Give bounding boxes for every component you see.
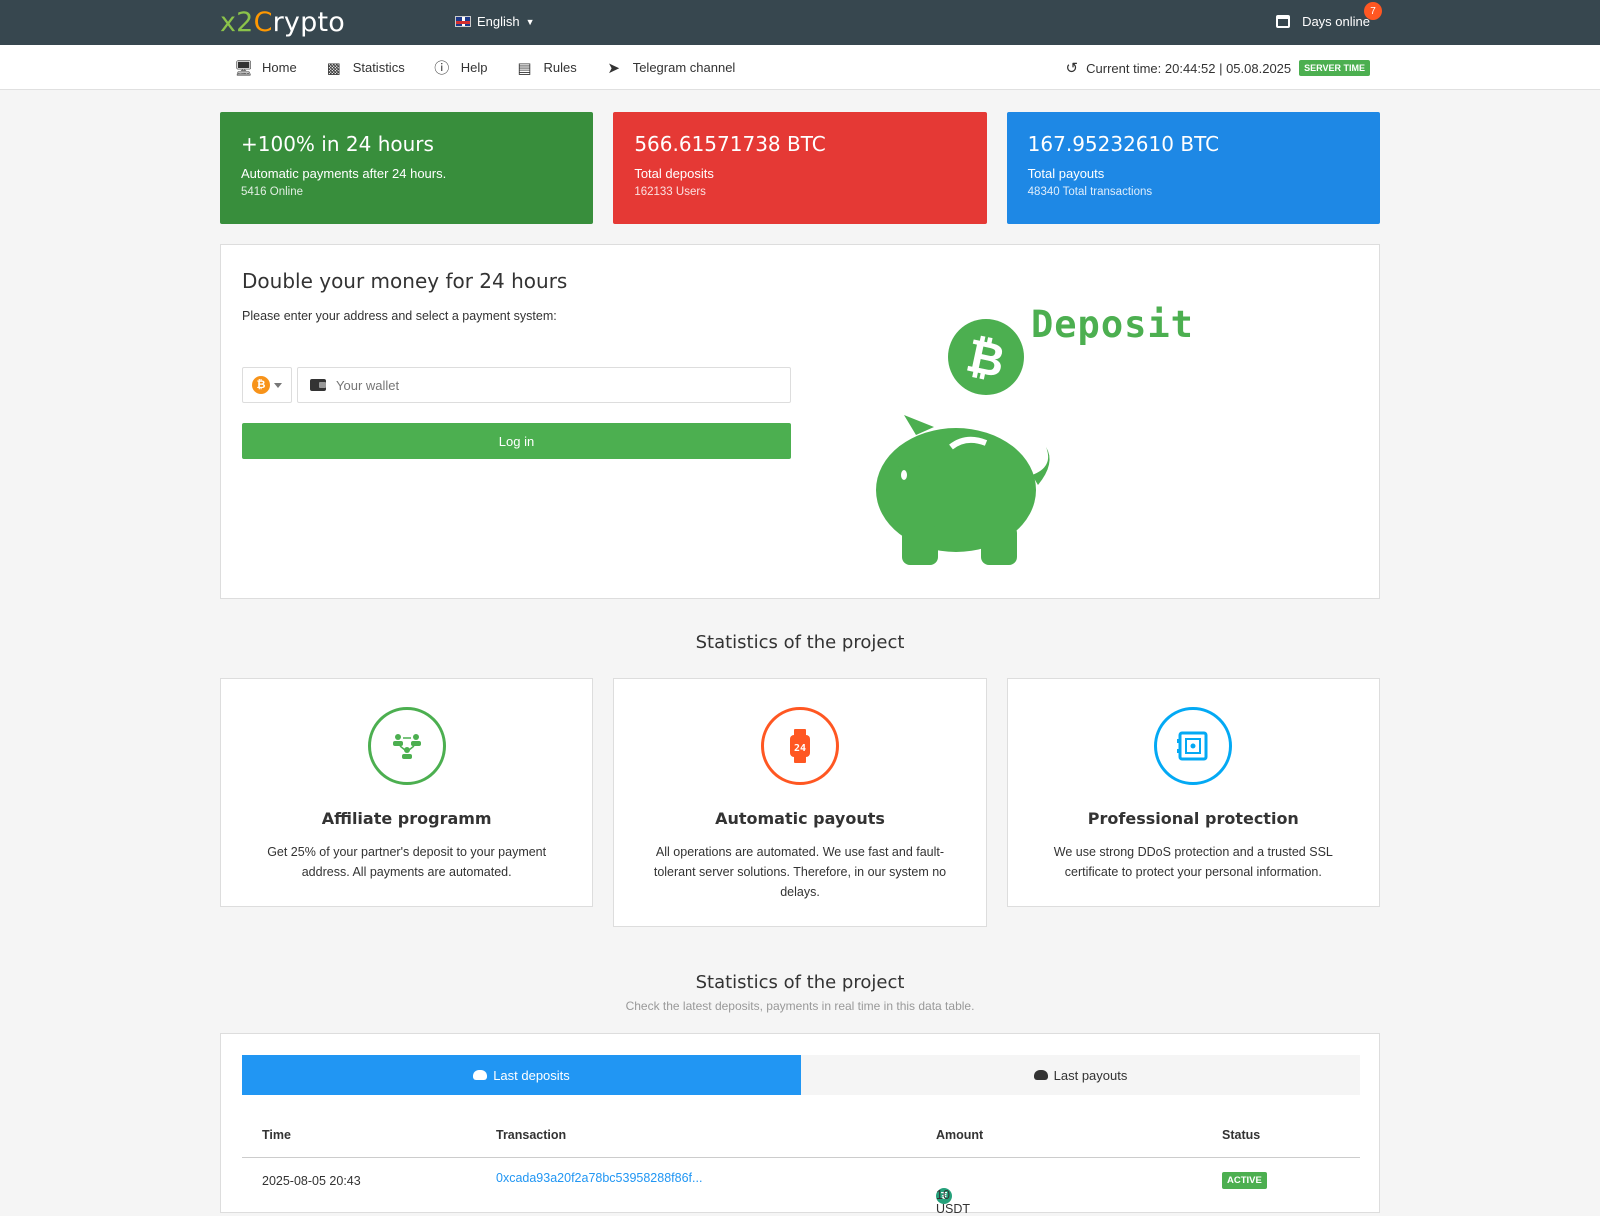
- caret-down-icon: [274, 382, 282, 388]
- nav-item-rules[interactable]: ▤ Rules: [515, 59, 576, 77]
- stat-card-label: Total deposits: [634, 166, 714, 181]
- stat-card-profit: +100% in 24 hours Automatic payments aft…: [220, 112, 594, 224]
- nav-item-label: Rules: [543, 60, 577, 75]
- features-section-title: Statistics of the project: [695, 632, 905, 653]
- stat-card-meta: 162133 Users: [634, 186, 706, 198]
- nav-items: 🖥 Home ▩ Statistics ⓘ Help ▤ Rules ➤ Tel…: [234, 45, 735, 90]
- days-online: Days online 7: [1276, 2, 1382, 29]
- days-online-label-wrap: Days online 7: [1302, 2, 1382, 29]
- feature-card-payouts: 24 Automatic payouts All operations are …: [613, 678, 987, 927]
- status-badge: ACTIVE: [1222, 1172, 1267, 1189]
- language-label: English: [477, 14, 520, 29]
- transactions-tabs: Last deposits Last payouts: [242, 1055, 1360, 1095]
- tab-label: Last deposits: [493, 1067, 570, 1083]
- top-bar: x2Crypto English ▼ Days online 7: [0, 0, 1600, 45]
- tab-label: Last payouts: [1053, 1067, 1128, 1083]
- table-header: Time Transaction Amount Status: [242, 1112, 1360, 1158]
- cloud-upload-icon: [473, 1070, 488, 1080]
- stat-card-label: Total payouts: [1027, 166, 1105, 181]
- stat-card-value: 566.61571738 BTC: [634, 132, 826, 156]
- logo-part-c: C: [253, 7, 273, 38]
- logo-part-rypto: rypto: [272, 7, 345, 38]
- wallet-input[interactable]: [336, 377, 766, 393]
- logo-part-x2: x2: [220, 7, 254, 38]
- stat-cards: +100% in 24 hours Automatic payments aft…: [220, 112, 1380, 224]
- piggy-bank-icon: [876, 415, 1050, 565]
- transactions-panel: Last deposits Last payouts Time Transact…: [220, 1033, 1380, 1216]
- stat-card-value: +100% in 24 hours: [241, 132, 434, 156]
- bitcoin-icon: ₿: [252, 376, 270, 394]
- stat-card-deposits: 566.61571738 BTC Total deposits 162133 U…: [613, 112, 987, 224]
- language-selector[interactable]: English ▼: [455, 14, 535, 29]
- calendar-icon: [1276, 15, 1291, 28]
- question-icon: ⓘ: [434, 59, 450, 77]
- network-users-icon: [392, 734, 421, 759]
- wallet-icon: [310, 379, 326, 391]
- feature-icon-circle: [367, 707, 446, 785]
- nav-item-help[interactable]: ⓘ Help: [433, 57, 488, 78]
- table-row: 2025-08-05 20:43 0xcada93a20f2a78bc53958…: [242, 1158, 1360, 1216]
- stat-card-payouts: 167.95232610 BTC Total payouts 48340 Tot…: [1006, 112, 1380, 224]
- feature-title: Automatic payouts: [715, 809, 885, 828]
- column-header-time: Time: [262, 1128, 291, 1142]
- column-header-amount: Amount: [936, 1128, 984, 1142]
- document-icon: ▤: [517, 58, 532, 77]
- chevron-down-icon: ▼: [525, 16, 535, 27]
- deposit-panel: Double your money for 24 hours Please en…: [220, 244, 1380, 599]
- safe-icon: [1177, 731, 1208, 761]
- feature-text: We use strong DDoS protection and a trus…: [1053, 845, 1333, 879]
- nav-item-label: Home: [262, 60, 297, 75]
- feature-card-affiliate: Affiliate programm Get 25% of your partn…: [220, 678, 594, 907]
- column-header-transaction: Transaction: [496, 1128, 567, 1142]
- days-online-badge: 7: [1364, 2, 1382, 20]
- tab-last-deposits[interactable]: Last deposits: [242, 1055, 801, 1095]
- nav-item-label: Telegram channel: [632, 60, 736, 75]
- feature-title: Professional protection: [1087, 809, 1299, 828]
- server-time: ↺ Current time: 20:44:52 | 05.08.2025 SE…: [1066, 59, 1370, 77]
- tab-last-payouts[interactable]: Last payouts: [801, 1055, 1360, 1095]
- stat-card-meta: 48340 Total transactions: [1027, 186, 1153, 198]
- watch-24-icon: 24: [789, 729, 810, 763]
- current-time: Current time: 20:44:52 | 05.08.2025: [1086, 60, 1292, 76]
- login-button[interactable]: Log in: [242, 423, 791, 459]
- main-nav: 🖥 Home ▩ Statistics ⓘ Help ▤ Rules ➤ Tel…: [0, 45, 1600, 90]
- feature-text: Get 25% of your partner's deposit to you…: [267, 845, 547, 879]
- history-icon: ↺: [1065, 60, 1079, 77]
- feature-text: All operations are automated. We use fas…: [653, 845, 947, 899]
- wallet-field: [297, 367, 791, 403]
- stat-card-meta: 5416 Online: [241, 186, 304, 198]
- stat-card-value: 167.95232610 BTC: [1027, 132, 1220, 156]
- deposit-title: Double your money for 24 hours: [242, 269, 568, 293]
- feature-title: Affiliate programm: [321, 809, 492, 828]
- stat-card-label: Automatic payments after 24 hours.: [241, 166, 447, 181]
- deposit-illustration-text: Deposit: [1031, 303, 1194, 346]
- feature-icon-circle: 24: [760, 707, 839, 785]
- payment-system-select[interactable]: ₿: [242, 367, 292, 403]
- table-section-title: Statistics of the project: [695, 972, 905, 993]
- row-amount-value: 10 USDT: [936, 1188, 971, 1216]
- paper-plane-icon: ➤: [607, 58, 620, 77]
- nav-item-label: Statistics: [352, 60, 405, 75]
- nav-item-statistics[interactable]: ▩ Statistics: [325, 59, 405, 77]
- server-time-badge: SERVER TIME: [1299, 60, 1370, 76]
- feature-cards: Affiliate programm Get 25% of your partn…: [220, 678, 1380, 927]
- uk-flag-icon: [455, 16, 471, 27]
- feature-card-protection: Professional protection We use strong DD…: [1006, 678, 1380, 907]
- row-time: 2025-08-05 20:43: [262, 1174, 361, 1188]
- svg-text:24: 24: [794, 743, 806, 754]
- cloud-download-icon: [1033, 1070, 1048, 1080]
- deposit-instruction: Please enter your address and select a p…: [242, 309, 557, 323]
- nav-item-label: Help: [460, 60, 488, 75]
- nav-item-home[interactable]: 🖥 Home: [234, 59, 297, 77]
- days-online-label: Days online: [1302, 14, 1370, 29]
- column-header-status: Status: [1222, 1128, 1261, 1142]
- table-section-subtitle: Check the latest deposits, payments in r…: [625, 999, 975, 1013]
- feature-icon-circle: [1154, 707, 1233, 785]
- site-logo[interactable]: x2Crypto: [220, 7, 345, 38]
- briefcase-icon: ▩: [326, 58, 341, 77]
- monitor-icon: 🖥: [234, 58, 254, 77]
- nav-item-telegram[interactable]: ➤ Telegram channel: [605, 58, 736, 77]
- row-transaction-link[interactable]: 0xcada93a20f2a78bc53958288f86f...: [496, 1171, 702, 1185]
